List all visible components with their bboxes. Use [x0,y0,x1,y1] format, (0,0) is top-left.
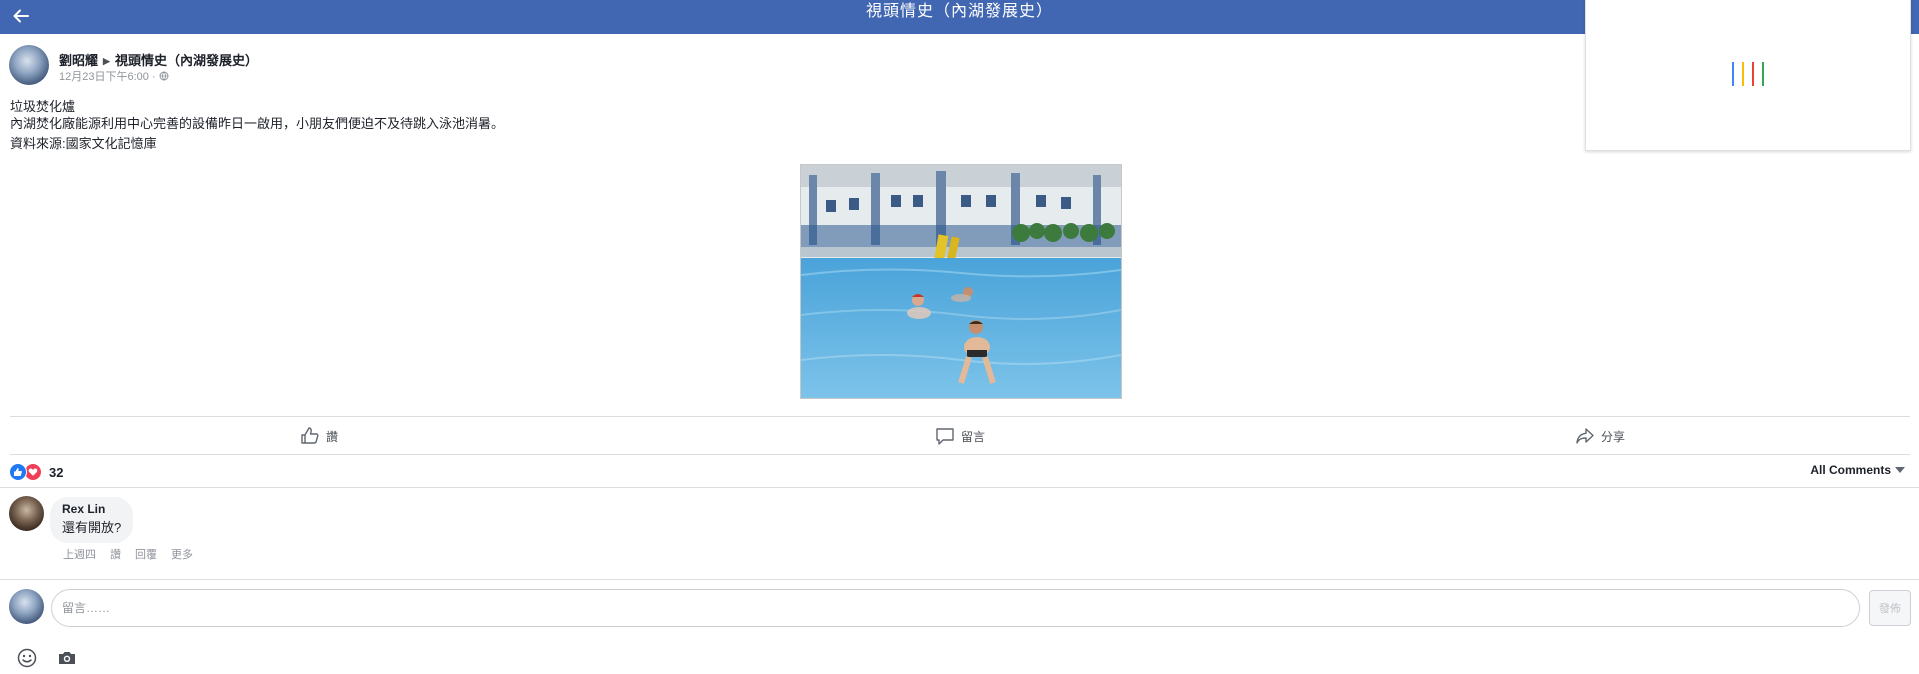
reaction-count: 32 [49,464,64,480]
comment-more-link[interactable]: 更多 [171,546,193,562]
loader-bar [1752,62,1754,86]
loader-bar [1762,62,1764,86]
caret-down-icon [1895,467,1905,473]
camera-icon [59,652,75,664]
comment-bubble: Rex Lin 還有開放? [50,497,134,543]
comments-filter-label: All Comments [1810,463,1891,477]
caret-right-icon: ▶ [103,56,110,66]
loading-panel [1585,0,1911,151]
post-line: 垃圾焚化爐 [10,99,76,114]
meta-separator: · [151,71,156,83]
thumbs-up-icon [301,427,319,444]
post-body: 垃圾焚化爐 內湖焚化廠能源利用中心完善的設備昨日一啟用，小朋友們便迫不及待跳入泳… [10,98,504,152]
comment-label: 留言 [961,429,986,444]
author-name[interactable]: 劉昭耀 [59,53,98,68]
divider [0,579,1919,580]
emoji-button[interactable] [16,647,38,669]
pool-photo [801,165,1121,398]
group-name[interactable]: 視頭情史（內湖發展史） [115,53,258,68]
loader-bar [1732,62,1734,86]
like-reaction-icon [9,463,27,481]
comment-time[interactable]: 上週四 [63,546,96,562]
author-line: 劉昭耀 ▶ 視頭情史（內湖發展史） [59,50,258,69]
photo-button[interactable] [56,647,78,669]
smiley-icon [17,648,37,668]
share-button[interactable]: 分享 [1575,426,1625,446]
commenter-name[interactable]: Rex Lin [62,501,121,518]
comment-text: 還有開放? [62,520,122,535]
post-source: 資料來源:國家文化記憶庫 [10,136,157,151]
share-arrow-icon [1576,428,1594,444]
post-line: 內湖焚化廠能源利用中心完善的設備昨日一啟用，小朋友們便迫不及待跳入泳池消暑。 [10,116,505,131]
loader-bar [1742,62,1744,86]
comment-input[interactable] [51,589,1860,627]
globe-icon [159,71,169,81]
reactions-summary[interactable]: 32 [9,463,63,481]
speech-bubble-icon [936,428,954,445]
comments-filter-dropdown[interactable]: All Comments [1810,463,1905,477]
divider [10,416,1910,417]
like-button[interactable]: 讚 [300,426,338,446]
post-timestamp[interactable]: 12月23日下午6:00 [59,71,149,83]
comment-actions: 上週四 讚 回覆 更多 [63,546,193,562]
comment-like-link[interactable]: 讚 [110,546,121,562]
current-user-avatar [9,589,44,624]
author-avatar[interactable] [9,45,49,85]
like-label: 讚 [326,429,339,444]
divider [10,454,1910,455]
divider [0,487,1919,488]
post-photo[interactable] [800,164,1122,399]
comment-reply-link[interactable]: 回覆 [135,546,157,562]
post-meta: 12月23日下午6:00 · [59,68,169,84]
commenter-avatar[interactable] [9,496,44,531]
comment-button[interactable]: 留言 [935,426,985,446]
share-label: 分享 [1601,429,1626,444]
post-comment-button[interactable]: 發佈 [1869,590,1911,626]
